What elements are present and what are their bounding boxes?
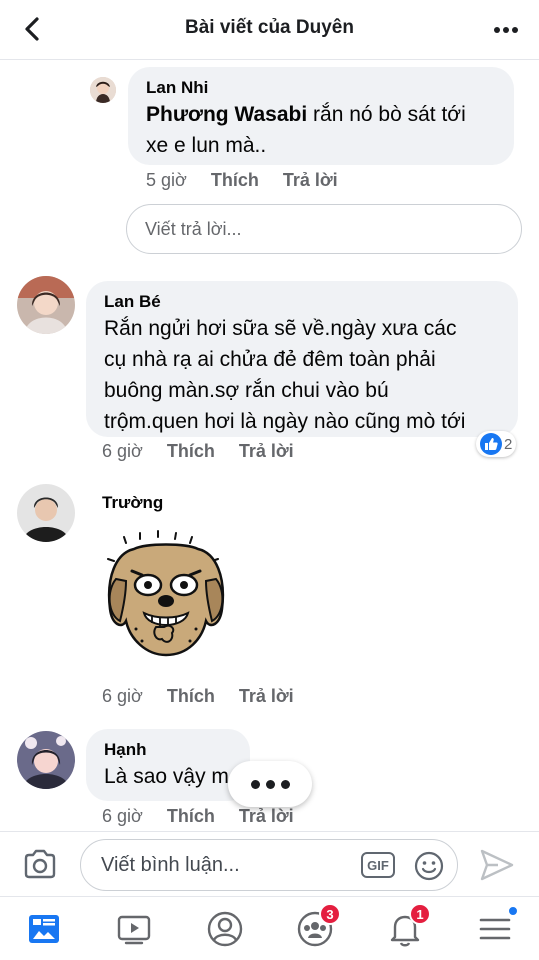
tab-notifications[interactable]: 1 [385,903,431,949]
tab-groups[interactable]: 3 [295,903,341,949]
comment-bubble: Hạnh Là sao vậy m [86,729,250,801]
comment-time: 5 giờ [146,170,187,190]
reply-button[interactable]: Trả lời [283,170,338,191]
top-bar: Bài viết của Duyên [0,0,539,60]
dog-sticker-icon [96,529,236,669]
comments-feed: Lan Nhi Phương Wasabi rắn nó bò sát tới x… [0,61,539,831]
like-reaction-icon [480,433,502,455]
comment-time: 6 giờ [102,441,143,461]
comment-actions: 6 giờ Thích Trả lời [102,441,294,462]
reply-button[interactable]: Trả lời [239,441,294,462]
comment-time: 6 giờ [102,806,143,826]
mention-link[interactable]: Phương Wasabi [146,103,307,126]
menu-indicator-dot [507,905,519,917]
comment-bubble: Lan Bé Rắn ngửi hơi sữa sẽ về.ngày xưa c… [86,281,518,437]
reaction-summary[interactable]: 2 [476,431,517,457]
comment-bubble: Lan Nhi Phương Wasabi rắn nó bò sát tới x… [128,67,514,165]
comment-author[interactable]: Trường [102,493,163,513]
comment-author[interactable]: Lan Bé [104,291,500,313]
avatar[interactable] [17,484,75,542]
typing-dot [265,779,275,789]
comment-text: Phương Wasabi rắn nó bò sát tới xe e lun … [146,103,466,157]
reply-input-container [126,204,522,254]
comment-field: GIF [80,839,458,891]
comment-actions: 5 giờ Thích Trả lời [146,170,338,191]
like-button[interactable]: Thích [167,441,215,462]
emoji-icon[interactable] [413,850,445,882]
tab-profile[interactable] [205,909,245,949]
more-options-icon[interactable] [491,18,521,42]
reply-input[interactable] [127,205,521,253]
like-button[interactable]: Thích [167,806,215,827]
tab-news-feed[interactable] [24,909,64,949]
reply-button[interactable]: Trả lời [239,806,294,827]
comment-input[interactable] [81,840,351,890]
like-button[interactable]: Thích [211,170,259,191]
comment-actions: 6 giờ Thích Trả lời [102,806,294,827]
bottom-tab-bar: 3 1 [0,896,539,960]
video-icon [117,915,151,945]
reply-button[interactable]: Trả lời [239,686,294,707]
avatar[interactable] [17,276,75,334]
reaction-count: 2 [504,435,513,453]
typing-dot [280,779,290,789]
comment-author[interactable]: Lan Nhi [146,77,496,99]
notifications-badge: 1 [409,903,431,925]
comment-author[interactable]: Hạnh [104,739,232,761]
page-title: Bài viết của Duyên [185,17,354,38]
comment-text: Rắn ngửi hơi sữa sẽ về.ngày xưa các cụ n… [104,317,466,433]
news-feed-icon [29,915,59,943]
typing-dot [250,779,260,789]
comment-text: Là sao vậy m [104,765,229,788]
comment-actions: 6 giờ Thích Trả lời [102,686,294,707]
send-icon[interactable] [478,847,516,883]
like-button[interactable]: Thích [167,686,215,707]
camera-icon[interactable] [22,846,58,882]
comment-time: 6 giờ [102,686,143,706]
typing-indicator [228,761,312,807]
avatar[interactable] [17,731,75,789]
comment-composer: GIF [0,831,539,896]
tab-menu[interactable] [475,905,519,949]
gif-button[interactable]: GIF [361,852,395,878]
avatar[interactable] [90,77,116,103]
tab-watch[interactable] [114,909,154,949]
profile-icon [207,911,243,947]
groups-badge: 3 [319,903,341,925]
